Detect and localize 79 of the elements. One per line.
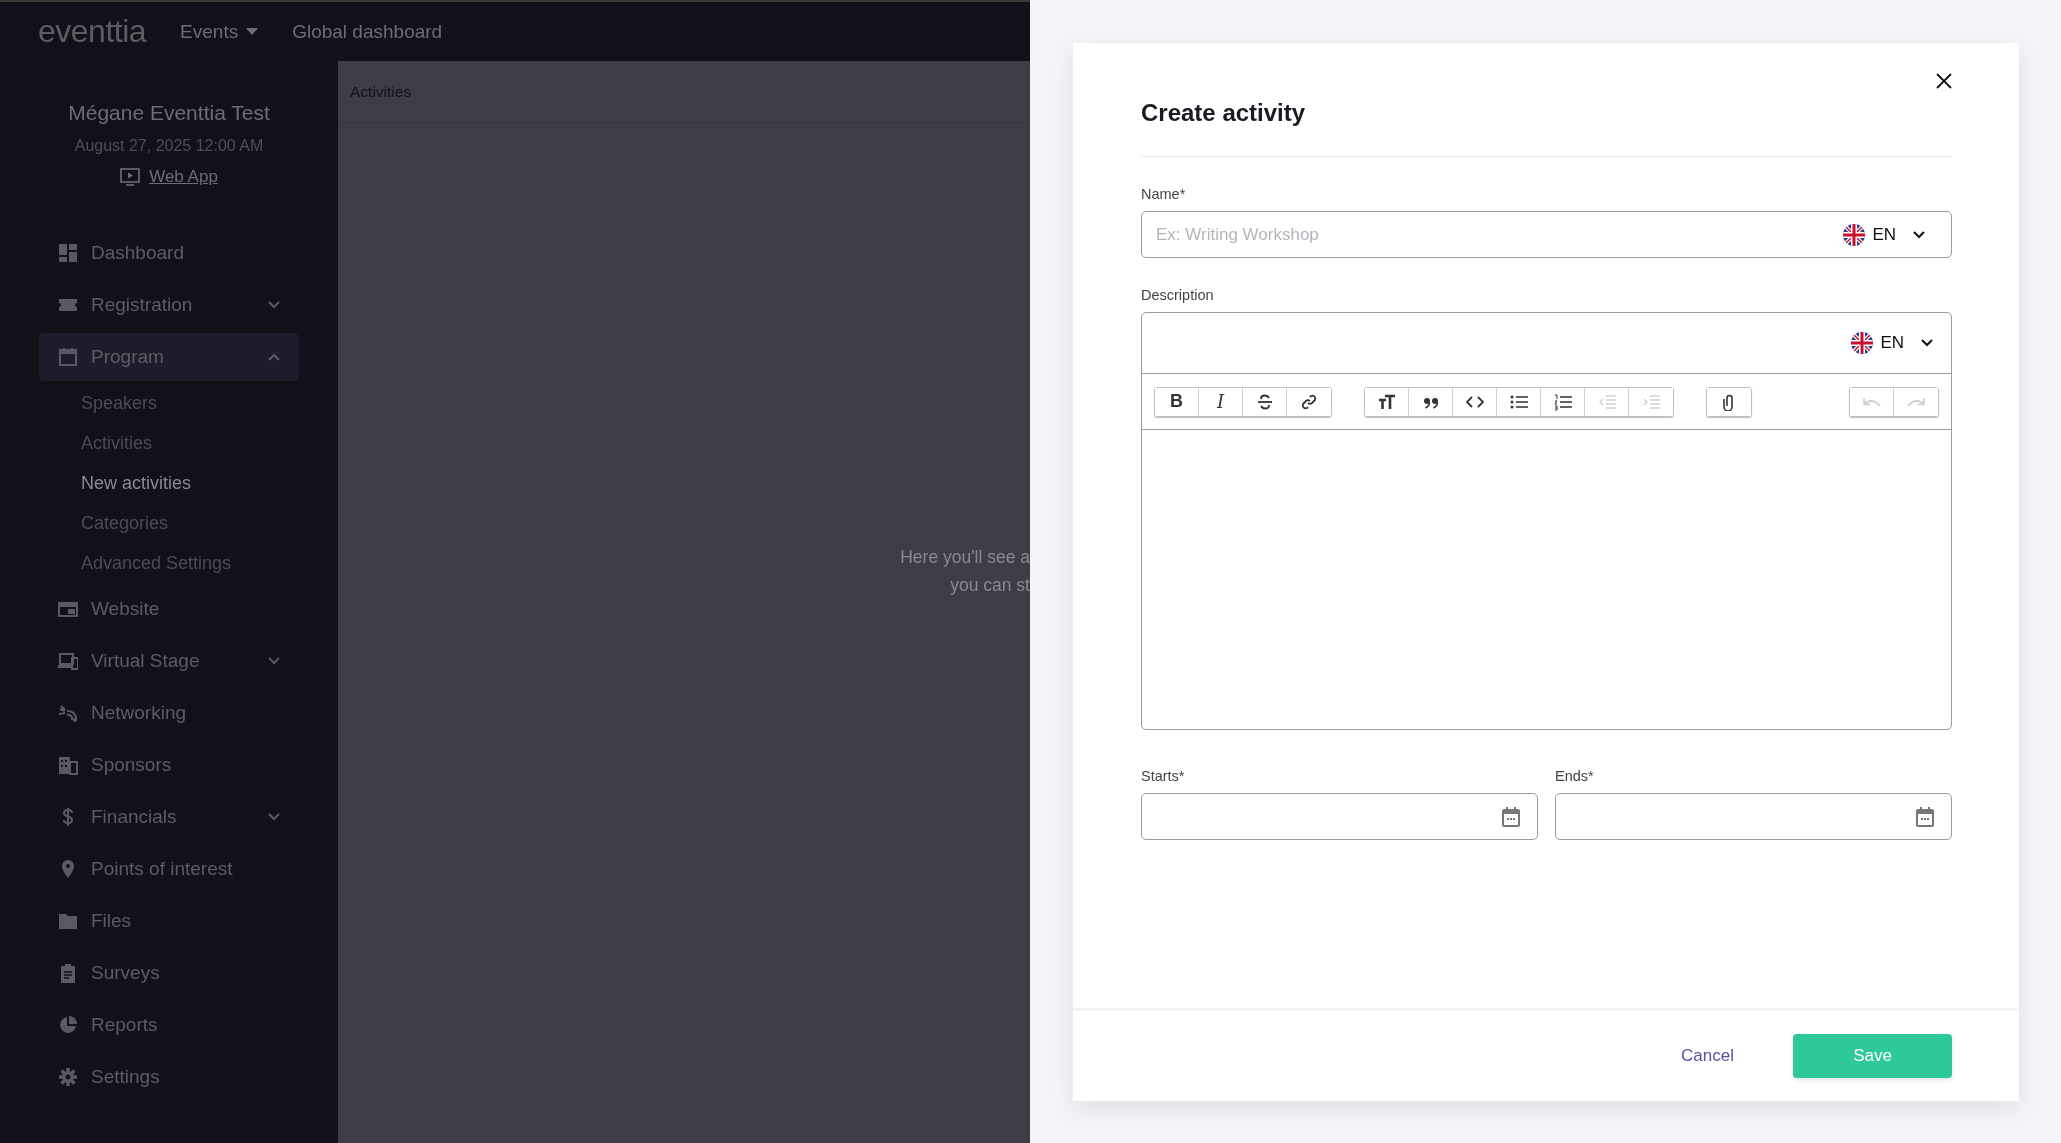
logo[interactable]: eventtia <box>38 13 147 50</box>
uk-flag-icon <box>1851 332 1874 354</box>
sidebar-item[interactable]: Financials <box>39 793 299 841</box>
nav-link[interactable]: Events <box>180 20 259 43</box>
caret-down-icon <box>246 28 259 35</box>
cancel-button[interactable]: Cancel <box>1677 1042 1738 1070</box>
clipboard-icon <box>58 963 78 983</box>
sidebar-item[interactable]: Registration <box>39 281 299 329</box>
sidebar-subitem[interactable]: Speakers <box>39 383 299 423</box>
link-icon <box>1300 392 1318 411</box>
sidebar-item[interactable]: Program <box>39 333 299 381</box>
chevron-down-icon <box>1921 339 1933 347</box>
folder-icon <box>58 911 78 931</box>
undo-icon <box>1862 396 1881 407</box>
chevron-down-icon <box>268 301 280 309</box>
numbered-list-icon <box>1553 392 1572 411</box>
date-field[interactable] <box>1141 793 1538 840</box>
field-label: Name* <box>1141 186 1187 202</box>
sidebar-item[interactable]: Dashboard <box>39 229 299 277</box>
nav-link[interactable]: Global dashboard <box>292 20 443 43</box>
toolbar-button[interactable] <box>1409 387 1453 416</box>
sidebar-item[interactable]: Networking <box>39 689 299 737</box>
outdent-icon <box>1597 392 1616 411</box>
toolbar-button[interactable] <box>1243 387 1287 416</box>
sidebar-item[interactable]: Reports <box>39 1001 299 1049</box>
sidebar-item[interactable]: Files <box>39 897 299 945</box>
chevron-down-icon <box>268 657 280 665</box>
uk-flag-icon <box>1843 223 1866 246</box>
empty-state-text: you can st <box>950 574 1030 597</box>
sidebar-item[interactable]: Surveys <box>39 949 299 997</box>
empty-state-text: Here you'll see a <box>900 546 1030 569</box>
redo-icon <box>1907 396 1925 407</box>
pie-chart-icon <box>58 1015 78 1035</box>
toolbar-button[interactable] <box>1365 387 1409 416</box>
chevron-down-icon <box>1913 230 1925 239</box>
sidebar-subitem[interactable]: Categories <box>39 503 299 543</box>
strikethrough-icon <box>1255 392 1274 411</box>
chevron-up-icon <box>268 353 280 361</box>
calendar-icon <box>1915 805 1935 828</box>
dialog-title: Create activity <box>1141 99 1307 127</box>
calendar-icon <box>1501 805 1521 828</box>
field-label: Description <box>1141 287 1215 303</box>
toolbar-button[interactable] <box>1497 387 1541 416</box>
name-field[interactable]: Ex: Writing Workshop EN <box>1141 211 1952 258</box>
sidebar-item[interactable]: Settings <box>39 1053 299 1101</box>
sidebar-item[interactable]: Points of interest <box>39 845 299 893</box>
chevron-down-icon <box>268 813 280 821</box>
sidebar-subitem[interactable]: Advanced Settings <box>39 543 299 583</box>
browser-window-icon <box>58 599 78 619</box>
save-button[interactable]: Save <box>1793 1034 1952 1078</box>
language-dropdown[interactable]: EN <box>1851 332 1945 354</box>
date-field[interactable] <box>1555 793 1952 840</box>
indent-icon <box>1642 392 1660 411</box>
sidebar-subitem[interactable]: Activities <box>39 423 299 463</box>
grid-icon <box>58 243 78 263</box>
settings-icon <box>58 1067 78 1087</box>
building-icon <box>58 755 78 775</box>
event-date: August 27, 2025 12:00 AM <box>74 137 264 155</box>
field-label: Ends* <box>1555 768 1595 784</box>
field-label: Starts* <box>1141 768 1186 784</box>
toolbar-button[interactable] <box>1707 387 1751 416</box>
calendar-icon <box>58 347 78 367</box>
sidebar-item[interactable]: Virtual Stage <box>39 637 299 685</box>
network-signal-icon <box>58 703 78 723</box>
toolbar-button[interactable]: I <box>1199 387 1243 416</box>
toolbar-button[interactable] <box>1287 387 1331 416</box>
language-dropdown[interactable]: EN <box>1843 223 1937 246</box>
devices-icon <box>58 651 78 671</box>
event-name: Mégane Eventtia Test <box>68 101 270 125</box>
toolbar-button[interactable] <box>1453 387 1497 416</box>
close-icon <box>1936 73 1952 89</box>
toolbar-button[interactable] <box>1541 387 1585 416</box>
screen-play-icon <box>120 168 141 186</box>
sidebar-subitem[interactable]: New activities <box>39 463 299 503</box>
text-size-icon <box>1377 392 1396 411</box>
web-app-link[interactable]: Web App <box>149 167 218 187</box>
toolbar-button[interactable]: B <box>1155 387 1199 416</box>
sidebar-item[interactable]: Sponsors <box>39 741 299 789</box>
sidebar-item[interactable]: Website <box>39 585 299 633</box>
